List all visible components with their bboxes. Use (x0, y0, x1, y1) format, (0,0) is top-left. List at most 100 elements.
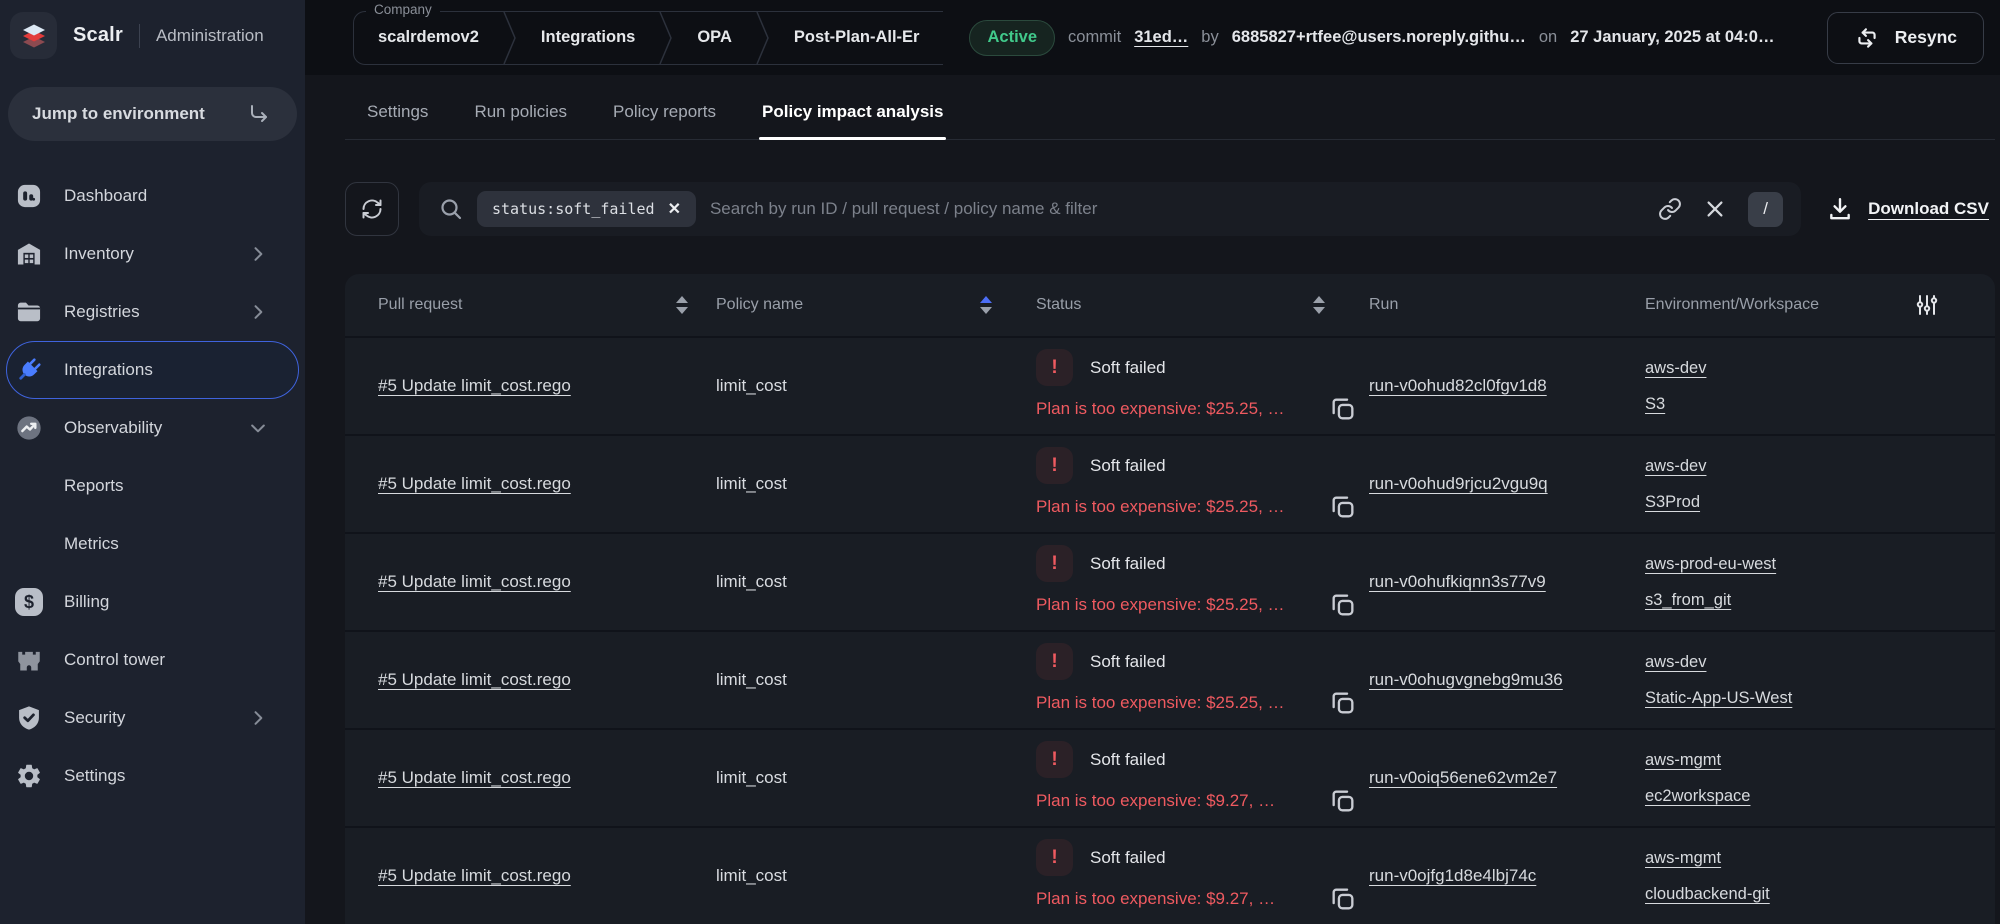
table-row: #5 Update limit_cost.rego limit_cost ! S… (345, 826, 1995, 924)
status-message: Plan is too expensive: $9.27, … (1036, 791, 1276, 810)
sidebar-item-reports[interactable]: Reports (6, 457, 299, 515)
workspace-link[interactable]: S3 (1645, 395, 1665, 414)
download-icon (1827, 196, 1853, 222)
column-header-pull-request[interactable]: Pull request (345, 296, 716, 314)
status-cell: ! Soft failed Plan is too expensive: $25… (1036, 447, 1369, 521)
dollar-icon: $ (15, 588, 43, 616)
sidebar-item-settings[interactable]: Settings (6, 747, 299, 805)
sort-icon-active[interactable] (980, 296, 992, 314)
sidebar-item-integrations[interactable]: Integrations (6, 341, 299, 399)
slash-shortcut-key[interactable]: / (1748, 191, 1784, 227)
pull-request-link[interactable]: #5 Update limit_cost.rego (378, 866, 571, 885)
scalr-logo-icon[interactable] (10, 12, 57, 59)
pull-request-link[interactable]: #5 Update limit_cost.rego (378, 768, 571, 787)
environment-cell: aws-dev Static-App-US-West (1645, 653, 1995, 708)
sidebar-item-billing[interactable]: $ Billing (6, 573, 299, 631)
workspace-link[interactable]: s3_from_git (1645, 591, 1731, 610)
sidebar-item-label: Security (64, 708, 126, 727)
environment-link[interactable]: aws-dev (1645, 359, 1706, 378)
environment-link[interactable]: aws-mgmt (1645, 751, 1721, 770)
pull-request-link[interactable]: #5 Update limit_cost.rego (378, 572, 571, 591)
pull-request-link[interactable]: #5 Update limit_cost.rego (378, 376, 571, 395)
workspace-link[interactable]: S3Prod (1645, 493, 1700, 512)
status-cell: ! Soft failed Plan is too expensive: $25… (1036, 349, 1369, 423)
chip-close-icon[interactable]: ✕ (668, 199, 681, 219)
sidebar-item-label: Inventory (64, 244, 134, 263)
copy-icon[interactable] (1329, 689, 1357, 717)
topbar: Company scalrdemov2 Integrations OPA Pos… (305, 0, 2000, 75)
column-settings-sliders-icon[interactable] (1915, 293, 1939, 317)
environment-link[interactable]: aws-prod-eu-west (1645, 555, 1776, 574)
tab-policy-reports[interactable]: Policy reports (613, 102, 716, 139)
copy-link-icon[interactable] (1658, 197, 1682, 221)
sidebar-item-observability[interactable]: Observability (6, 399, 299, 457)
environment-link[interactable]: aws-mgmt (1645, 849, 1721, 868)
soft-failed-icon: ! (1036, 643, 1073, 680)
sidebar-item-dashboard[interactable]: Dashboard (6, 167, 299, 225)
environment-link[interactable]: aws-dev (1645, 457, 1706, 476)
castle-tower-icon (15, 646, 43, 674)
breadcrumb-company[interactable]: scalrdemov2 (354, 28, 503, 47)
sidebar-item-metrics[interactable]: Metrics (6, 515, 299, 573)
sidebar-item-inventory[interactable]: Inventory (6, 225, 299, 283)
run-link[interactable]: run-v0ohud82cl0fgv1d8 (1369, 376, 1547, 395)
clear-search-icon[interactable] (1704, 198, 1726, 220)
download-csv-label: Download CSV (1868, 199, 1989, 218)
column-header-policy-name[interactable]: Policy name (716, 296, 1036, 314)
jump-to-environment-button[interactable]: Jump to environment (8, 87, 297, 141)
environment-link[interactable]: aws-dev (1645, 653, 1706, 672)
status-text: Soft failed (1090, 357, 1166, 377)
search-input[interactable] (709, 199, 1637, 219)
commit-link[interactable]: 31ed… (1134, 28, 1188, 47)
environment-cell: aws-mgmt cloudbackend-git (1645, 849, 1995, 904)
sort-icon[interactable] (676, 296, 688, 314)
sidebar-item-control-tower[interactable]: Control tower (6, 631, 299, 689)
download-csv-button[interactable]: Download CSV (1827, 196, 1989, 222)
workspace-link[interactable]: ec2workspace (1645, 787, 1750, 806)
run-link[interactable]: run-v0ohufkiqnn3s77v9 (1369, 572, 1546, 591)
breadcrumb-separator-icon (756, 11, 770, 65)
copy-icon[interactable] (1329, 787, 1357, 815)
breadcrumb-integrations[interactable]: Integrations (517, 28, 659, 47)
tab-run-policies[interactable]: Run policies (474, 102, 567, 139)
sort-icon[interactable] (1313, 296, 1325, 314)
tab-settings[interactable]: Settings (367, 102, 428, 139)
pull-request-link[interactable]: #5 Update limit_cost.rego (378, 474, 571, 493)
workspace-link[interactable]: cloudbackend-git (1645, 885, 1770, 904)
sidebar-item-registries[interactable]: Registries (6, 283, 299, 341)
pull-request-link[interactable]: #5 Update limit_cost.rego (378, 670, 571, 689)
copy-icon[interactable] (1329, 395, 1357, 423)
workspace-link[interactable]: Static-App-US-West (1645, 689, 1792, 708)
run-link[interactable]: run-v0ojfg1d8e4lbj74c (1369, 866, 1536, 885)
status-cell: ! Soft failed Plan is too expensive: $9.… (1036, 741, 1369, 815)
column-header-status[interactable]: Status (1036, 296, 1369, 314)
sidebar-item-label: Control tower (64, 650, 166, 669)
app-subtitle: Administration (155, 25, 264, 45)
breadcrumb-opa[interactable]: OPA (673, 28, 756, 47)
run-link[interactable]: run-v0ohugvgnebg9mu36 (1369, 670, 1563, 689)
breadcrumb-policy-group[interactable]: Post-Plan-All-Er (770, 28, 944, 47)
commit-label: commit (1068, 28, 1122, 46)
warehouse-icon (15, 240, 43, 268)
copy-icon[interactable] (1329, 591, 1357, 619)
copy-icon[interactable] (1329, 493, 1357, 521)
filter-chip-label: status:soft_failed (492, 200, 655, 218)
status-text: Soft failed (1090, 847, 1166, 867)
run-link[interactable]: run-v0oiq56ene62vm2e7 (1369, 768, 1557, 787)
column-header-run[interactable]: Run (1369, 296, 1645, 314)
column-header-environment[interactable]: Environment/Workspace (1645, 293, 1995, 317)
copy-icon[interactable] (1329, 885, 1357, 913)
run-link[interactable]: run-v0ohud9rjcu2vgu9q (1369, 474, 1548, 493)
search-bar[interactable]: status:soft_failed ✕ / (419, 182, 1802, 236)
chevron-right-icon (248, 244, 268, 264)
policy-name: limit_cost (716, 474, 787, 493)
environment-cell: aws-prod-eu-west s3_from_git (1645, 555, 1995, 610)
filter-chip[interactable]: status:soft_failed ✕ (477, 191, 696, 227)
refresh-button[interactable] (345, 182, 399, 236)
sidebar-item-security[interactable]: Security (6, 689, 299, 747)
logo-row: Scalr Administration (6, 0, 299, 59)
resync-button[interactable]: Resync (1826, 11, 1984, 64)
environment-cell: aws-dev S3Prod (1645, 457, 1995, 512)
tab-policy-impact-analysis[interactable]: Policy impact analysis (759, 102, 947, 140)
policy-name: limit_cost (716, 670, 787, 689)
